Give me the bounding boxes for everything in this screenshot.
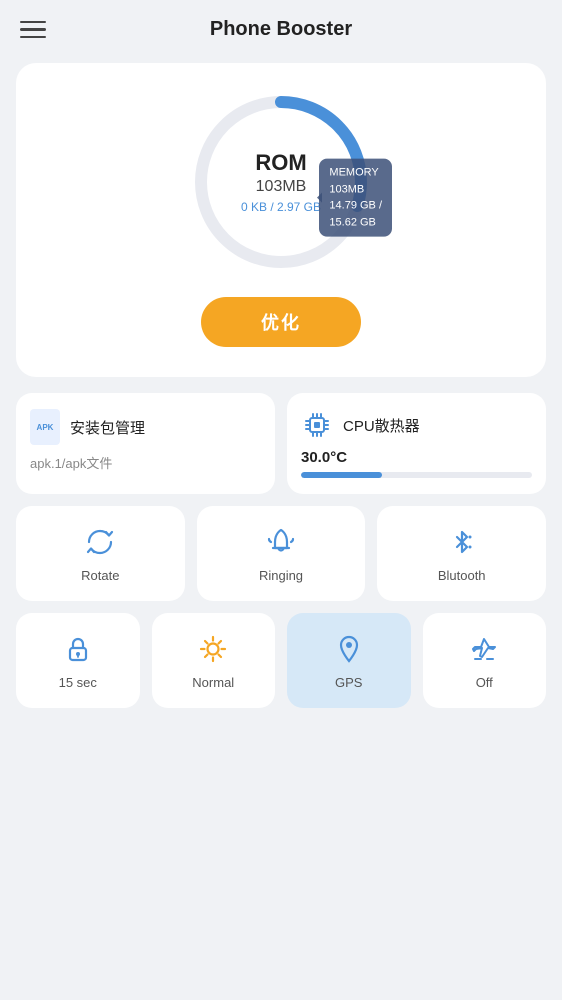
menu-icon[interactable]: [20, 21, 46, 39]
cpu-progress-fill: [301, 472, 382, 478]
gps-card[interactable]: GPS: [287, 613, 411, 708]
gps-label: GPS: [335, 675, 362, 690]
tooltip-value: 103MB: [329, 181, 382, 198]
header: Phone Booster: [0, 0, 562, 53]
rom-sub: 0 KB / 2.97 GB: [241, 200, 321, 214]
bluetooth-label: Blutooth: [438, 568, 486, 583]
apk-title: 安装包管理: [70, 417, 145, 438]
gps-icon: [331, 631, 367, 667]
cpu-title: CPU散热器: [343, 415, 420, 436]
ringing-label: Ringing: [259, 568, 303, 583]
bell-icon: [263, 524, 299, 560]
airplane-icon: [466, 631, 502, 667]
apk-card-header: APK 安装包管理: [30, 409, 261, 445]
tooltip-line2: 14.79 GB /: [329, 198, 382, 215]
normal-card[interactable]: Normal: [152, 613, 276, 708]
page-title: Phone Booster: [210, 18, 352, 41]
cpu-temp: 30.0°C: [301, 449, 532, 466]
icon-row-1: Rotate Ringing Blutooth: [16, 506, 546, 601]
rotate-label: Rotate: [81, 568, 119, 583]
lock15-label: 15 sec: [59, 675, 97, 690]
cpu-card-header: CPU散热器: [301, 409, 532, 441]
ringing-card[interactable]: Ringing: [197, 506, 366, 601]
rom-value: 103MB: [241, 178, 321, 196]
icon-row-2: 15 sec Normal GPS: [16, 613, 546, 708]
bluetooth-card[interactable]: Blutooth: [377, 506, 546, 601]
tooltip-line3: 15.62 GB: [329, 214, 382, 231]
brightness-icon: [195, 631, 231, 667]
apk-icon: APK: [30, 409, 60, 445]
cpu-card[interactable]: CPU散热器 30.0°C: [287, 393, 546, 494]
normal-label: Normal: [192, 675, 234, 690]
rotate-card[interactable]: Rotate: [16, 506, 185, 601]
cpu-progress-bg: [301, 472, 532, 478]
tooltip-title: MEMORY: [329, 165, 382, 182]
optimize-button[interactable]: 优化: [201, 297, 361, 347]
memory-tooltip: MEMORY 103MB 14.79 GB / 15.62 GB: [319, 159, 392, 237]
lock-icon: [60, 631, 96, 667]
rotate-icon: [82, 524, 118, 560]
lock15-card[interactable]: 15 sec: [16, 613, 140, 708]
rom-circle: ROM 103MB 0 KB / 2.97 GB MEMORY 103MB 14…: [186, 87, 376, 277]
off-label: Off: [476, 675, 493, 690]
rom-card: ROM 103MB 0 KB / 2.97 GB MEMORY 103MB 14…: [16, 63, 546, 377]
rom-label: ROM: [241, 150, 321, 176]
apk-card[interactable]: APK 安装包管理 apk.1/apk文件: [16, 393, 275, 494]
apk-sub: apk.1/apk文件: [30, 453, 261, 472]
bluetooth-icon: [444, 524, 480, 560]
feature-cards-row: APK 安装包管理 apk.1/apk文件: [16, 393, 546, 494]
off-card[interactable]: Off: [423, 613, 547, 708]
cpu-icon: [301, 409, 333, 441]
